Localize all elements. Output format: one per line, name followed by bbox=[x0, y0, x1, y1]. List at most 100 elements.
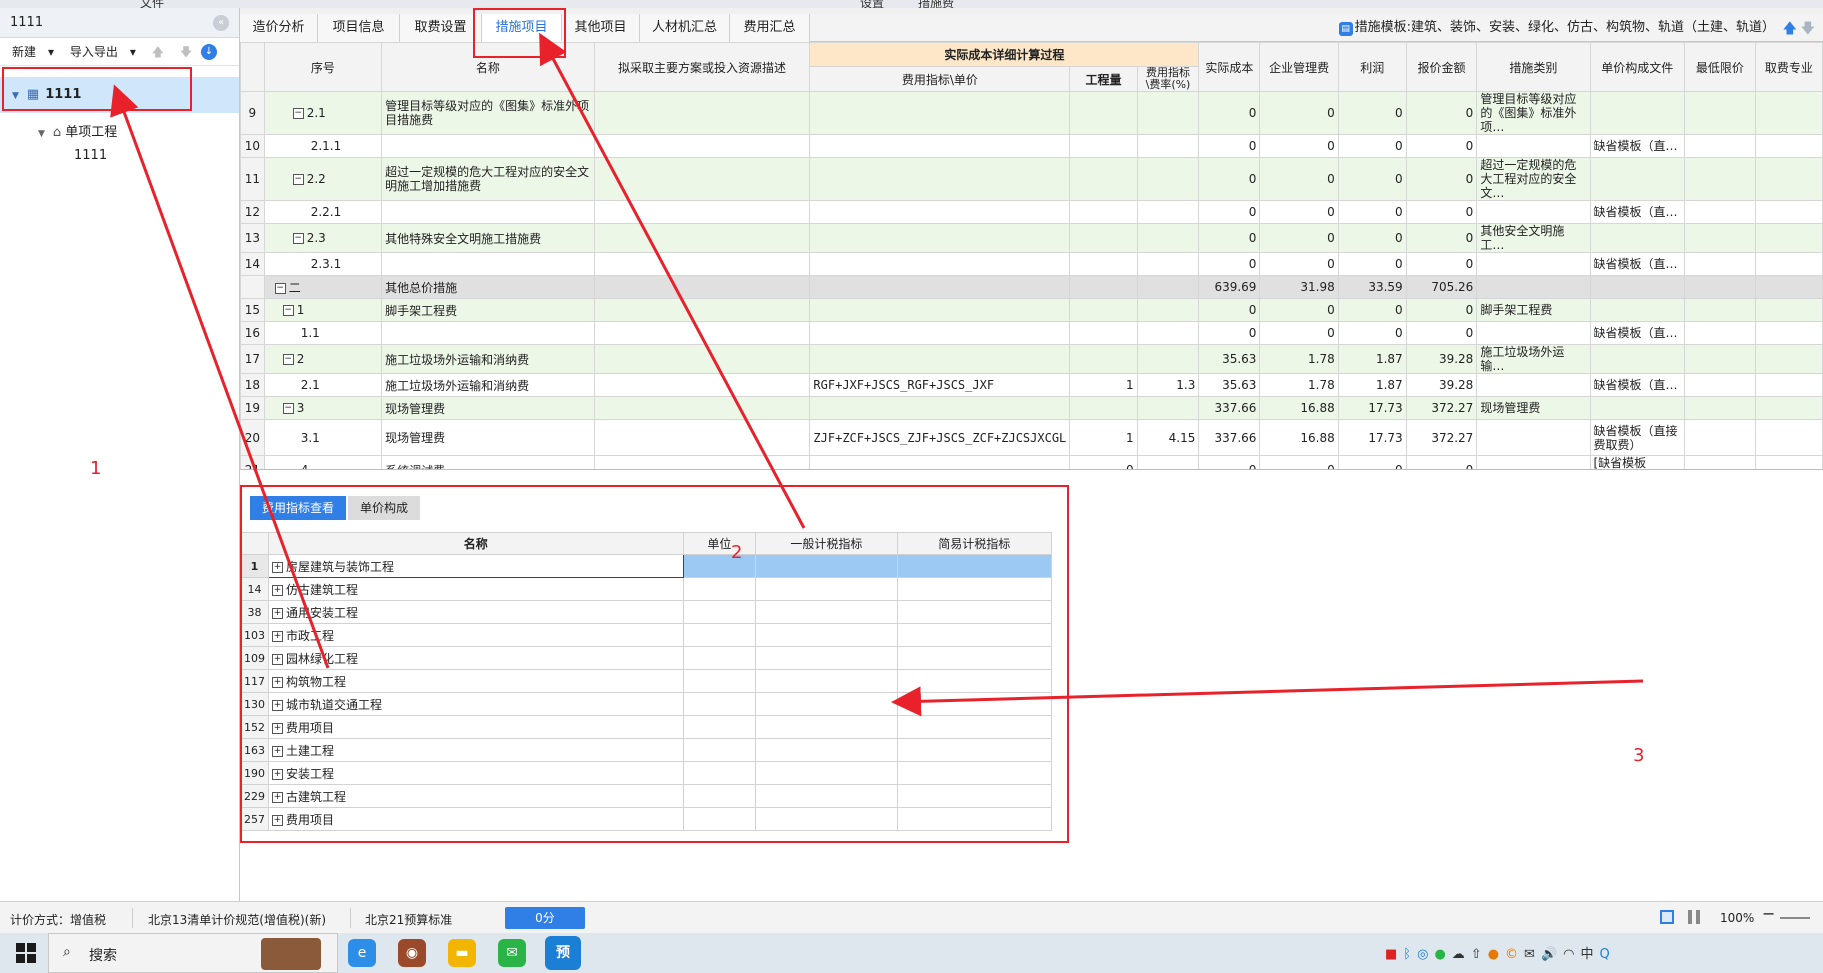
cell-profit[interactable]: 0 bbox=[1337, 134, 1407, 158]
fee-cell-general-tax[interactable] bbox=[755, 715, 898, 739]
cell-management-fee[interactable]: 0 bbox=[1259, 298, 1339, 322]
fee-cell-simple-tax[interactable] bbox=[896, 646, 1053, 670]
cell-rate[interactable] bbox=[1136, 134, 1200, 158]
cell-rate[interactable] bbox=[1136, 396, 1200, 420]
qq-icon[interactable]: Q bbox=[1600, 947, 1616, 962]
cell-fee-major[interactable] bbox=[1754, 455, 1823, 469]
cell-unit-price-file[interactable]: [缺省模板（直… bbox=[1589, 455, 1686, 469]
fee-table-row[interactable]: 1 + 房屋建筑与装饰工程 bbox=[240, 554, 1053, 578]
fee-cell-general-tax[interactable] bbox=[755, 807, 898, 831]
cell-quote-amount[interactable]: 372.27 bbox=[1405, 396, 1478, 420]
cell-fee-major[interactable] bbox=[1754, 344, 1823, 374]
cell-quantity[interactable]: 0 bbox=[1069, 455, 1138, 469]
table-row[interactable]: 14 2.3.1 0 0 0 0 缺省模板（直… bbox=[240, 252, 1823, 276]
table-row[interactable]: 13−2.3 其他特殊安全文明施工措施费 0 0 0 0 其他安全文明施工… bbox=[240, 223, 1823, 253]
cell-indicator[interactable] bbox=[809, 157, 1071, 201]
row-number[interactable]: 16 bbox=[240, 321, 265, 345]
fee-cell-simple-tax[interactable] bbox=[896, 669, 1053, 693]
cell-quantity[interactable] bbox=[1069, 298, 1138, 322]
cell-rate[interactable] bbox=[1136, 157, 1200, 201]
cell-min-price[interactable] bbox=[1684, 157, 1756, 201]
table-row[interactable]: 20 3.1 现场管理费 ZJF+ZCF+JSCS_ZJF+JSCS_ZCF+ZJCS… bbox=[240, 419, 1823, 456]
cell-management-fee[interactable]: 16.88 bbox=[1259, 396, 1339, 420]
download-icon[interactable]: ↓ bbox=[201, 44, 217, 60]
cell-profit[interactable]: 1.87 bbox=[1337, 373, 1407, 397]
view-split-icon[interactable] bbox=[1688, 910, 1700, 924]
collapse-box-icon[interactable]: − bbox=[282, 305, 294, 316]
wechat-tray-icon[interactable]: ● bbox=[1434, 947, 1451, 962]
fee-table-row[interactable]: 152 + 费用项目 bbox=[240, 715, 1053, 739]
table-row[interactable]: 16 1.1 0 0 0 0 缺省模板（直… bbox=[240, 321, 1823, 345]
cell-min-price[interactable] bbox=[1684, 200, 1756, 224]
header-rate[interactable]: 费用指标\费率(%) bbox=[1136, 66, 1200, 92]
cell-fee-major[interactable] bbox=[1754, 419, 1823, 456]
cell-fee-major[interactable] bbox=[1754, 91, 1823, 135]
cell-description[interactable] bbox=[593, 91, 811, 135]
cell-indicator[interactable] bbox=[809, 252, 1071, 276]
cell-actual-cost[interactable]: 0 bbox=[1198, 252, 1261, 276]
header-seq[interactable]: 序号 bbox=[263, 42, 383, 92]
fee-cell-simple-tax[interactable] bbox=[896, 554, 1053, 578]
fee-cell-name[interactable]: + 通用安装工程 bbox=[268, 600, 684, 624]
cell-name[interactable] bbox=[381, 134, 595, 158]
cell-seq[interactable]: 2.2.1 bbox=[263, 200, 383, 224]
cell-management-fee[interactable]: 0 bbox=[1259, 200, 1339, 224]
cell-management-fee[interactable]: 0 bbox=[1259, 91, 1339, 135]
header-profit[interactable]: 利润 bbox=[1337, 42, 1407, 92]
fee-cell-general-tax[interactable] bbox=[755, 738, 898, 762]
expand-box-icon[interactable]: + bbox=[272, 791, 283, 803]
fee-cell-unit[interactable] bbox=[682, 692, 757, 716]
tab-measure-items[interactable]: 措施项目 bbox=[482, 14, 562, 42]
cell-fee-major[interactable] bbox=[1754, 373, 1823, 397]
fee-cell-simple-tax[interactable] bbox=[896, 807, 1053, 831]
cell-name[interactable] bbox=[381, 321, 595, 345]
cell-profit[interactable]: 0 bbox=[1337, 91, 1407, 135]
row-number[interactable]: 19 bbox=[240, 396, 265, 420]
fee-row-number[interactable]: 103 bbox=[240, 623, 269, 647]
cell-seq[interactable]: 1.1 bbox=[263, 321, 383, 345]
row-number[interactable]: 21 bbox=[240, 455, 265, 469]
header-measure-category[interactable]: 措施类别 bbox=[1476, 42, 1591, 92]
cell-measure-category[interactable] bbox=[1476, 200, 1591, 224]
cell-seq[interactable]: −2.2 bbox=[263, 157, 383, 201]
expand-box-icon[interactable]: + bbox=[272, 630, 283, 642]
fee-cell-name[interactable]: + 安装工程 bbox=[268, 761, 684, 785]
collapse-box-icon[interactable]: − bbox=[282, 354, 294, 365]
cell-profit[interactable]: 0 bbox=[1337, 321, 1407, 345]
cell-fee-major[interactable] bbox=[1754, 252, 1823, 276]
fee-table-row[interactable]: 190 + 安装工程 bbox=[240, 761, 1053, 785]
table-row[interactable]: 18 2.1 施工垃圾场外运输和消纳费 RGF+JXF+JSCS_RGF+JSCS_J… bbox=[240, 373, 1823, 397]
fee-cell-simple-tax[interactable] bbox=[896, 715, 1053, 739]
fee-row-number[interactable]: 38 bbox=[240, 600, 269, 624]
edge-browser-icon[interactable]: e bbox=[348, 939, 376, 967]
cell-unit-price-file[interactable]: 缺省模板（直… bbox=[1589, 134, 1686, 158]
cell-rate[interactable] bbox=[1136, 298, 1200, 322]
expand-box-icon[interactable]: + bbox=[272, 584, 283, 596]
cell-fee-major[interactable] bbox=[1754, 200, 1823, 224]
row-number[interactable]: 11 bbox=[240, 157, 265, 201]
cell-management-fee[interactable]: 1.78 bbox=[1259, 373, 1339, 397]
fee-header-unit[interactable]: 单位 bbox=[682, 532, 757, 555]
cell-measure-category[interactable] bbox=[1476, 134, 1591, 158]
cell-measure-category[interactable] bbox=[1476, 275, 1591, 299]
fee-row-number[interactable]: 163 bbox=[240, 738, 269, 762]
fee-cell-name[interactable]: + 房屋建筑与装饰工程 bbox=[268, 554, 684, 578]
expand-triangle-icon[interactable]: ▼ bbox=[12, 91, 19, 101]
cell-name[interactable]: 其他总价措施 bbox=[381, 275, 595, 299]
cell-management-fee[interactable]: 0 bbox=[1259, 223, 1339, 253]
ime-icon[interactable]: 中 bbox=[1580, 947, 1599, 962]
cell-indicator[interactable] bbox=[809, 321, 1071, 345]
cell-profit[interactable]: 0 bbox=[1337, 455, 1407, 469]
tab-unit-price-composition[interactable]: 单价构成 bbox=[348, 496, 421, 520]
cell-seq[interactable]: 3.1 bbox=[263, 419, 383, 456]
fee-row-number[interactable]: 14 bbox=[240, 577, 269, 601]
cell-unit-price-file[interactable] bbox=[1589, 157, 1686, 201]
cell-profit[interactable]: 17.73 bbox=[1337, 419, 1407, 456]
fee-cell-unit[interactable] bbox=[682, 577, 757, 601]
fee-cell-general-tax[interactable] bbox=[755, 784, 898, 808]
cell-indicator[interactable] bbox=[809, 396, 1071, 420]
header-indicator[interactable]: 费用指标\单价 bbox=[809, 66, 1071, 92]
row-number[interactable]: 17 bbox=[240, 344, 265, 374]
fee-cell-name[interactable]: + 仿古建筑工程 bbox=[268, 577, 684, 601]
header-actual-cost[interactable]: 实际成本 bbox=[1198, 42, 1261, 92]
